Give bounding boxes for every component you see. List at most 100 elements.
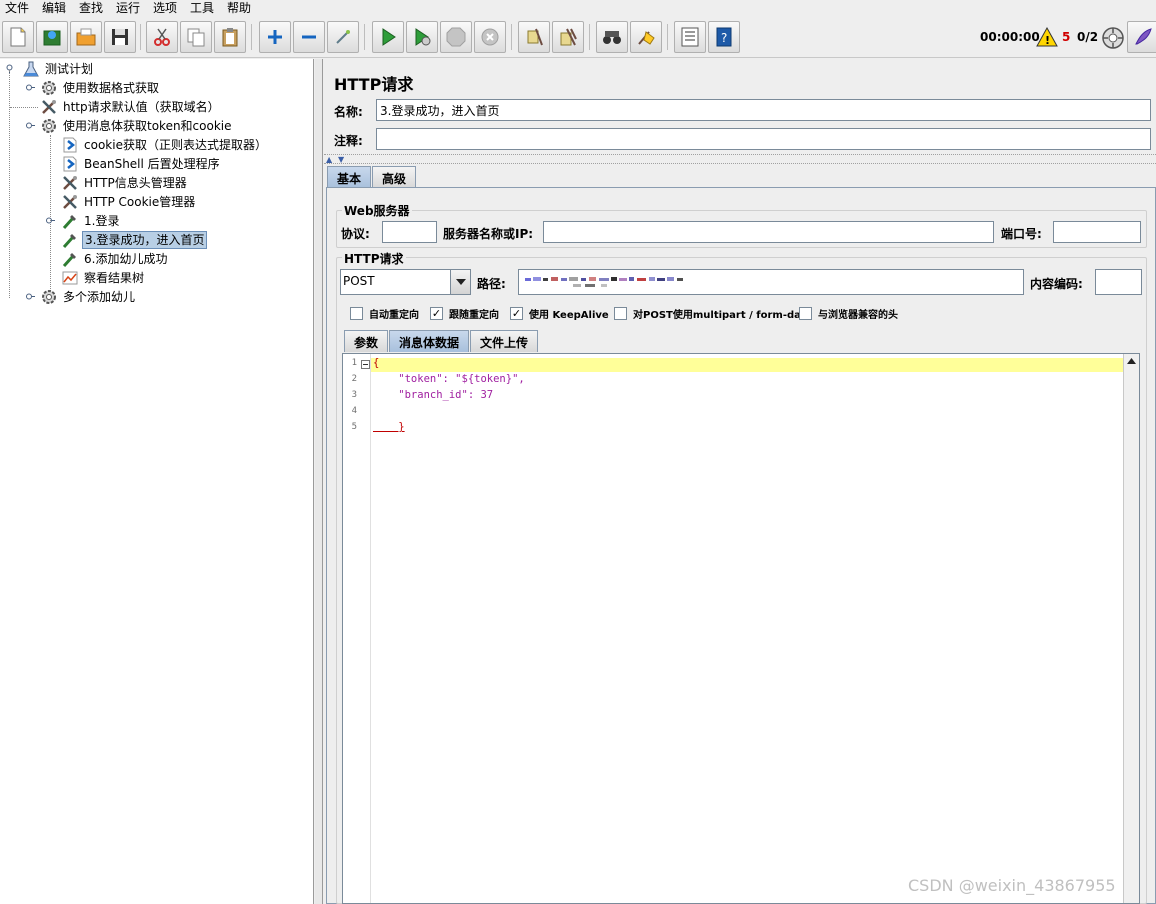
stop-button[interactable] [440,21,472,53]
collapse-bar[interactable]: ▲ ▼ [324,154,1156,164]
toolbar-separator [140,24,141,50]
warning-icon[interactable]: ! [1036,27,1058,47]
clear-button[interactable] [518,21,550,53]
tree-node-thread-group-token[interactable]: 使用消息体获取token和cookie [40,117,234,135]
function-helper-button[interactable] [674,21,706,53]
play-icon [382,28,396,46]
save-button[interactable] [104,21,136,53]
tree-node-cookie-manager[interactable]: HTTP Cookie管理器 [61,193,197,211]
fold-collapse-icon[interactable] [361,360,370,369]
help-button[interactable]: ? [708,21,740,53]
toggle-button[interactable] [327,21,359,53]
paste-button[interactable] [214,21,246,53]
http-request-panel: HTTP请求 名称: 注释: ▲ ▼ 基本 高级 Web服务器 协议: 服务器名… [324,59,1156,904]
browser-headers-checkbox[interactable]: 与浏览器兼容的头 [799,306,898,321]
redacted-path-icon [525,277,683,287]
tree-node-http-defaults[interactable]: http请求默认值（获取域名） [40,98,222,116]
collapse-handle-icon[interactable] [26,121,35,130]
tab-basic[interactable]: 基本 [327,166,372,188]
collapse-down-icon[interactable]: ▼ [338,155,344,164]
dropdown-arrow-icon[interactable] [450,270,470,294]
menu-run[interactable]: 运行 [116,0,140,16]
tab-file-upload[interactable]: 文件上传 [470,330,539,352]
menu-tools[interactable]: 工具 [190,0,214,16]
toggle-wand-icon [336,30,350,44]
scroll-up-arrow-icon[interactable] [1127,358,1136,364]
path-field[interactable] [518,269,1024,295]
keepalive-checkbox[interactable]: ✓ 使用 KeepAlive [510,306,609,321]
thread-group-gear-icon [40,117,58,135]
config-tool-icon [40,98,58,116]
tree-node-multi-add-child[interactable]: 多个添加幼儿 [40,288,137,306]
tab-body-data[interactable]: 消息体数据 [389,330,470,352]
tree-node-results-tree[interactable]: 察看结果树 [61,269,146,287]
tab-advanced[interactable]: 高级 [372,166,417,188]
multipart-checkbox[interactable]: 对POST使用multipart / form-data [614,306,812,321]
clear-all-button[interactable] [552,21,584,53]
expand-handle-icon[interactable] [46,216,55,225]
open-button[interactable] [70,21,102,53]
collapse-all-button[interactable] [293,21,325,53]
shutdown-icon [481,28,499,46]
minus-icon [302,35,316,39]
menu-bar: 文件 编辑 查找 运行 选项 工具 帮助 [0,0,1156,16]
line-number: 3 [351,390,357,400]
svg-text:?: ? [721,31,727,45]
tab-parameters[interactable]: 参数 [344,330,389,352]
tree-node-thread-group[interactable]: 使用数据格式获取 [40,79,161,97]
jmeter-window: 文件 编辑 查找 运行 选项 工具 帮助 ? 00:00:00 ! 5 0/2 … [0,0,1156,904]
line-number: 5 [351,422,357,432]
tree-node-beanshell[interactable]: BeanShell 后置处理程序 [61,155,222,173]
name-field[interactable] [376,99,1151,121]
web-server-title: Web服务器 [342,202,412,219]
elapsed-timer: 00:00:00 [980,30,1040,44]
tree-node-header-manager[interactable]: HTTP信息头管理器 [61,174,189,192]
menu-file[interactable]: 文件 [5,0,29,16]
sampler-pipette-icon [61,250,79,268]
log-viewer-button[interactable] [1127,21,1156,53]
tree-node-login-success[interactable]: 3.登录成功，进入首页 [61,231,208,249]
shutdown-button[interactable] [474,21,506,53]
follow-redirects-checkbox[interactable]: ✓ 跟随重定向 [430,306,499,321]
menu-search[interactable]: 查找 [79,0,103,16]
editor-vertical-scrollbar[interactable] [1123,354,1139,903]
expand-all-button[interactable] [259,21,291,53]
expand-handle-icon[interactable] [26,292,35,301]
server-field[interactable] [543,221,994,243]
method-select[interactable]: POST [340,269,471,295]
tree-node-test-plan[interactable]: 测试计划 [22,60,95,78]
code-line-1: { [373,357,380,369]
tree-node-login[interactable]: 1.登录 [61,212,121,230]
search-button[interactable] [596,21,628,53]
checkbox-unchecked-icon [350,307,363,320]
encoding-field[interactable] [1095,269,1142,295]
tree-node-cookie-extractor[interactable]: cookie获取（正则表达式提取器） [61,136,269,154]
panel-title: HTTP请求 [334,75,414,94]
binoculars-icon [603,31,621,44]
body-data-editor[interactable]: 1 2 3 4 5 { "token": "${token}", "branch… [342,353,1140,904]
reset-search-button[interactable] [630,21,662,53]
collapse-up-icon[interactable]: ▲ [326,155,332,164]
copy-button[interactable] [180,21,212,53]
start-button[interactable] [372,21,404,53]
templates-button[interactable] [36,21,68,53]
menu-help[interactable]: 帮助 [227,0,251,16]
cut-button[interactable] [146,21,178,53]
comment-field[interactable] [376,128,1151,150]
menu-edit[interactable]: 编辑 [42,0,66,16]
path-label: 路径: [477,277,506,291]
play-no-pause-icon [415,28,431,46]
redirect-auto-checkbox[interactable]: 自动重定向 [350,306,419,321]
code-line-3: "branch_id": 37 [373,389,494,401]
tree-node-add-child[interactable]: 6.添加幼儿成功 [61,250,169,268]
port-field[interactable] [1053,221,1141,243]
protocol-field[interactable] [382,221,437,243]
broom-all-icon [560,28,577,46]
svg-text:!: ! [1045,34,1050,47]
panel-splitter[interactable] [315,59,323,904]
watermark: CSDN @weixin_43867955 [908,876,1116,895]
new-button[interactable] [2,21,34,53]
start-no-pauses-button[interactable] [406,21,438,53]
menu-options[interactable]: 选项 [153,0,177,16]
expand-handle-icon[interactable] [26,83,35,92]
